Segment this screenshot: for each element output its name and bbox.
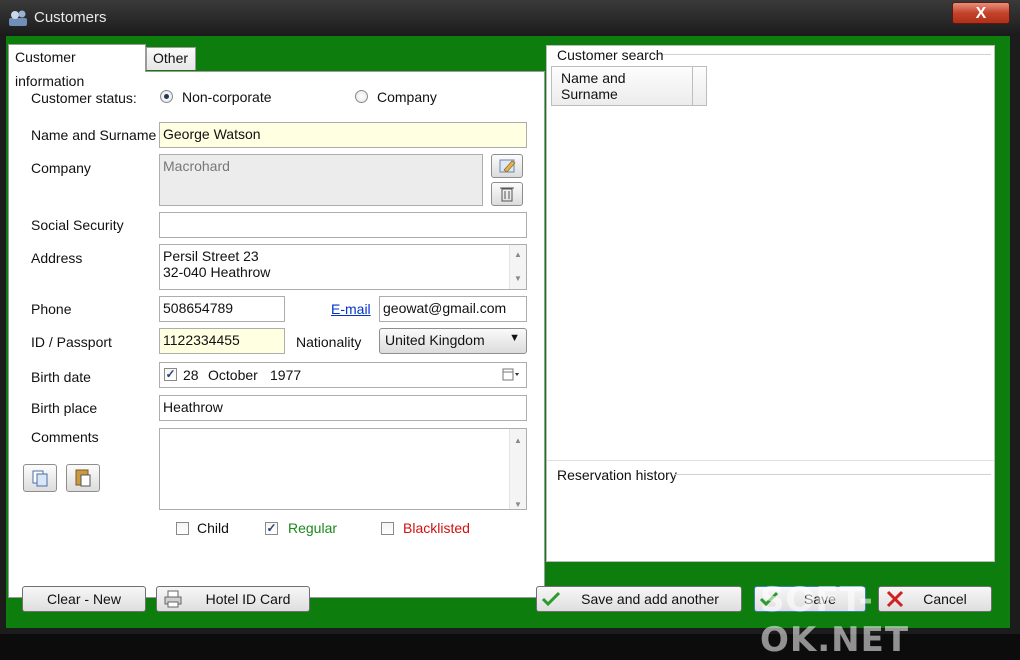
child-label[interactable]: Child: [197, 520, 229, 536]
regular-label[interactable]: Regular: [288, 520, 337, 536]
close-icon: X: [975, 5, 987, 22]
status-noncorporate-radio[interactable]: [160, 90, 173, 103]
status-company-radio[interactable]: [355, 90, 368, 103]
status-noncorporate-label[interactable]: Non-corporate: [182, 89, 272, 105]
tab-other[interactable]: Other: [146, 47, 196, 70]
dialog-body: Customer information Other Customer stat…: [6, 36, 1010, 628]
id-passport-label: ID / Passport: [31, 334, 112, 350]
nationality-label: Nationality: [296, 334, 362, 350]
checkmark-icon: [541, 591, 561, 607]
reservation-history-divider: [675, 474, 991, 475]
clear-new-button[interactable]: Clear - New: [22, 586, 146, 612]
right-panel: Customer search Name and Surname Reserva…: [546, 45, 995, 562]
customer-search-divider: [655, 54, 991, 55]
name-field[interactable]: George Watson: [159, 122, 527, 148]
copy-button[interactable]: [23, 464, 57, 492]
blacklisted-label[interactable]: Blacklisted: [403, 520, 470, 536]
comments-field[interactable]: ▲ ▼: [159, 428, 527, 510]
id-passport-field[interactable]: 1122334455: [159, 328, 285, 354]
grid-column-line-1: Name and: [561, 70, 626, 86]
paste-icon: [75, 469, 91, 487]
birth-year[interactable]: 1977: [270, 367, 301, 383]
nationality-value: United Kingdom: [385, 332, 485, 348]
trash-icon: [500, 187, 514, 202]
address-field[interactable]: Persil Street 23 32-040 Heathrow ▲ ▼: [159, 244, 527, 290]
customer-information-panel: Customer status: Non-corporate Company N…: [8, 71, 545, 598]
phone-field[interactable]: 508654789: [159, 296, 285, 322]
comments-label: Comments: [31, 429, 99, 445]
watermark: SOFT-OK.NET: [760, 580, 910, 660]
hotel-id-card-button[interactable]: Hotel ID Card: [156, 586, 310, 612]
birth-date-label: Birth date: [31, 369, 91, 385]
address-line-2: 32-040 Heathrow: [163, 264, 271, 280]
address-label: Address: [31, 250, 83, 266]
status-company-label[interactable]: Company: [377, 89, 437, 105]
social-security-field[interactable]: [159, 212, 527, 238]
printer-icon: [164, 590, 182, 608]
birth-day[interactable]: 28: [183, 367, 199, 383]
customer-search-title: Customer search: [557, 47, 664, 63]
regular-checkbox[interactable]: ✓: [265, 522, 278, 535]
address-scrollbar[interactable]: ▲ ▼: [509, 245, 526, 289]
phone-label: Phone: [31, 301, 72, 317]
calendar-icon[interactable]: [502, 368, 520, 382]
panel-divider: [547, 460, 994, 461]
delete-company-button[interactable]: [491, 182, 523, 206]
chevron-down-icon: ▼: [509, 332, 520, 344]
birth-place-field[interactable]: Heathrow: [159, 395, 527, 421]
child-checkbox[interactable]: [176, 522, 189, 535]
tab-customer-information[interactable]: Customer information: [8, 44, 146, 89]
birth-date-checkbox[interactable]: ✓: [164, 368, 177, 381]
blacklisted-checkbox[interactable]: [381, 522, 394, 535]
birth-month[interactable]: October: [208, 367, 258, 383]
title-bar[interactable]: Customers X: [0, 0, 1020, 36]
address-line-1: Persil Street 23: [163, 248, 259, 264]
nationality-dropdown[interactable]: United Kingdom ▼: [379, 328, 527, 354]
grid-column-line-2: Surname: [561, 86, 618, 102]
email-field[interactable]: geowat@gmail.com: [379, 296, 527, 322]
close-button[interactable]: X: [952, 2, 1010, 24]
company-field[interactable]: Macrohard: [159, 154, 483, 206]
social-security-label: Social Security: [31, 217, 124, 233]
window-title: Customers: [34, 9, 107, 26]
paste-button[interactable]: [66, 464, 100, 492]
save-add-another-button[interactable]: Save and add another: [536, 586, 742, 612]
grid-column-separator[interactable]: [692, 67, 693, 105]
edit-company-icon: [499, 159, 516, 173]
customers-window: Customers X Customer information Other C…: [0, 0, 1020, 660]
customer-search-grid-header[interactable]: Name and Surname: [551, 66, 707, 106]
birth-date-picker[interactable]: ✓ 28 October 1977: [159, 362, 527, 388]
copy-icon: [32, 470, 48, 487]
name-label: Name and Surname: [31, 127, 157, 143]
save-add-another-label: Save and add another: [581, 591, 719, 607]
customers-app-icon: [9, 10, 27, 26]
reservation-history-title: Reservation history: [557, 467, 677, 483]
edit-company-button[interactable]: [491, 154, 523, 178]
email-link[interactable]: E-mail: [331, 301, 371, 317]
grid-column-name-surname[interactable]: Name and Surname: [561, 70, 626, 102]
hotel-id-card-label: Hotel ID Card: [205, 591, 291, 607]
comments-scrollbar[interactable]: ▲ ▼: [509, 429, 526, 509]
company-label: Company: [31, 160, 91, 176]
birth-place-label: Birth place: [31, 400, 98, 416]
